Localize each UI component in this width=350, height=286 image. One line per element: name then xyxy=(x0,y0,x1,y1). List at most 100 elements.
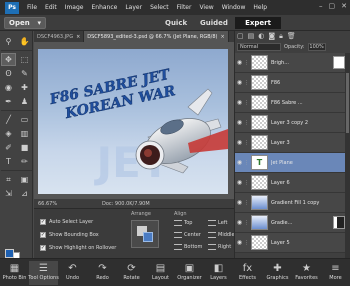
eraser-tool-icon[interactable]: ▭ xyxy=(17,113,32,126)
dock-effects-button[interactable]: fx Effects xyxy=(233,261,262,285)
layer-row[interactable]: ◉ ⋮ Layer 5 xyxy=(235,233,345,253)
link-icon[interactable]: ⋮ xyxy=(244,60,250,66)
auto-select-layer-option[interactable]: ✓ Auto Select Layer xyxy=(40,219,93,225)
content-aware-move-tool-icon[interactable]: ⇲ xyxy=(1,187,16,200)
eye-icon[interactable]: ◉ xyxy=(235,179,244,186)
layer-row[interactable]: ◉ ⋮ Layer 3 copy 2 xyxy=(235,113,345,133)
lock-icon[interactable]: 🔒︎ xyxy=(279,32,283,41)
open-button[interactable]: Open ▾ xyxy=(4,17,46,29)
eye-icon[interactable]: ◉ xyxy=(235,219,244,226)
menu-help[interactable]: Help xyxy=(249,4,271,11)
dock-graphics-button[interactable]: ✚ Graphics xyxy=(263,261,292,285)
crop-tool-icon[interactable]: ⌗ xyxy=(1,173,16,186)
dock-undo-button[interactable]: ↶ Undo xyxy=(58,261,87,285)
layers-scrollbar[interactable] xyxy=(345,53,350,258)
menu-filter[interactable]: Filter xyxy=(173,4,196,11)
menu-image[interactable]: Image xyxy=(61,4,88,11)
paint-bucket-tool-icon[interactable]: ◈ xyxy=(1,127,16,140)
maximize-icon[interactable]: ▢ xyxy=(329,2,336,10)
minimize-icon[interactable]: – xyxy=(319,2,323,10)
eye-icon[interactable]: ◉ xyxy=(235,239,244,246)
straighten-tool-icon[interactable]: ⊿ xyxy=(17,187,32,200)
menu-file[interactable]: File xyxy=(23,4,41,11)
close-icon[interactable]: ✕ xyxy=(341,2,347,10)
move-tool-icon[interactable]: ✥ xyxy=(1,53,16,66)
auto-select-checkbox[interactable]: ✓ xyxy=(40,219,46,225)
show-bounding-box-option[interactable]: ✓ Show Bounding Box xyxy=(40,232,99,238)
layer-row[interactable]: ◉ ⋮ Gradie... xyxy=(235,213,345,233)
gradient-tool-icon[interactable]: ▥ xyxy=(17,127,32,140)
zoom-tool-icon[interactable]: ⚲ xyxy=(1,35,16,48)
align-bottom[interactable]: Bottom xyxy=(174,244,202,250)
hand-tool-icon[interactable]: ✋ xyxy=(17,35,32,48)
link-icon[interactable]: ⋮ xyxy=(244,120,250,126)
layer-row[interactable]: ◉ ⋮ T Jet Plane xyxy=(235,153,345,173)
link-icon[interactable]: ⋮ xyxy=(244,220,250,226)
link-icon[interactable]: ⋮ xyxy=(244,80,250,86)
menu-edit[interactable]: Edit xyxy=(41,4,61,11)
layer-row[interactable]: ◉ ⋮ Layer 3 xyxy=(235,133,345,153)
dock-more-button[interactable]: ≡ More xyxy=(321,261,350,285)
link-icon[interactable]: ⋮ xyxy=(244,180,250,186)
dock-photo-bin-button[interactable]: ▦ Photo Bin xyxy=(0,261,29,285)
link-icon[interactable]: ⋮ xyxy=(244,140,250,146)
dock-layers-button[interactable]: ◧ Layers xyxy=(204,261,233,285)
layer-row[interactable]: ◉ ⋮ F86 Sabre ... xyxy=(235,93,345,113)
align-right[interactable]: Right xyxy=(208,244,231,250)
pencil-tool-icon[interactable]: ✏ xyxy=(17,155,32,168)
eye-icon[interactable]: ◉ xyxy=(235,199,244,206)
doc-tab-2[interactable]: DSCF5893_edited-3.psd @ 66.7% (Jet Plane… xyxy=(84,31,229,42)
scrollbar-thumb[interactable] xyxy=(346,73,349,133)
new-layer-icon[interactable]: ▢ xyxy=(237,32,244,41)
recompose-tool-icon[interactable]: ▣ xyxy=(17,173,32,186)
blend-mode-select[interactable]: Normal xyxy=(237,43,281,51)
close-tab-icon[interactable]: × xyxy=(76,34,80,40)
document-canvas[interactable]: JET F86 SABRE JET KOREAN WAR xyxy=(38,49,228,194)
link-icon[interactable]: ⋮ xyxy=(244,160,250,166)
mask-icon[interactable]: ◙ xyxy=(268,32,275,41)
menu-layer[interactable]: Layer xyxy=(121,4,146,11)
dock-favorites-button[interactable]: ★ Favorites xyxy=(292,261,321,285)
dock-tool-options-button[interactable]: ☰ Tool Options xyxy=(28,261,59,285)
color-picker-tool-icon[interactable]: ✐ xyxy=(1,141,16,154)
menu-select[interactable]: Select xyxy=(146,4,173,11)
dock-organizer-button[interactable]: ▣ Organizer xyxy=(175,261,204,285)
align-top[interactable]: Top xyxy=(174,220,192,226)
dock-layout-button[interactable]: ▤ Layout xyxy=(146,261,175,285)
layer-row[interactable]: ◉ ⋮ Gradient Fill 1 copy xyxy=(235,193,345,213)
menu-enhance[interactable]: Enhance xyxy=(87,4,121,11)
red-eye-tool-icon[interactable]: ◉ xyxy=(1,81,16,94)
doc-tab-1[interactable]: DSCF4963.JPG × xyxy=(34,31,85,42)
clone-stamp-tool-icon[interactable]: ♟ xyxy=(17,95,32,108)
layer-mask-thumbnail[interactable] xyxy=(333,56,345,69)
show-highlight-option[interactable]: ✓ Show Highlight on Rollover xyxy=(40,245,116,251)
dock-rotate-button[interactable]: ⟳ Rotate xyxy=(117,261,146,285)
custom-shape-tool-icon[interactable]: ■ xyxy=(17,141,32,154)
adjustment-icon[interactable]: ◐ xyxy=(258,32,264,41)
spot-healing-tool-icon[interactable]: ✚ xyxy=(17,81,32,94)
link-icon[interactable]: ⋮ xyxy=(244,100,250,106)
lasso-tool-icon[interactable]: ʘ xyxy=(1,67,16,80)
highlight-checkbox[interactable]: ✓ xyxy=(40,245,46,251)
bounding-box-checkbox[interactable]: ✓ xyxy=(40,232,46,238)
eye-icon[interactable]: ◉ xyxy=(235,139,244,146)
foreground-color-swatch[interactable] xyxy=(5,249,14,258)
mode-quick[interactable]: Quick xyxy=(165,17,187,29)
mode-guided[interactable]: Guided xyxy=(200,17,228,29)
layer-row[interactable]: ◉ ⋮ Brigh... xyxy=(235,53,345,73)
eye-icon[interactable]: ◉ xyxy=(235,99,244,106)
eye-icon[interactable]: ◉ xyxy=(235,59,244,66)
group-icon[interactable]: ▤ xyxy=(248,32,255,41)
menu-view[interactable]: View xyxy=(195,4,217,11)
menu-window[interactable]: Window xyxy=(218,4,250,11)
dock-redo-button[interactable]: ↷ Redo xyxy=(88,261,117,285)
marquee-tool-icon[interactable]: ⬚ xyxy=(17,53,32,66)
zoom-level[interactable]: 66.67% xyxy=(38,201,62,207)
layer-row[interactable]: ◉ ⋮ Layer 6 xyxy=(235,173,345,193)
trash-icon[interactable]: 🗑︎ xyxy=(287,32,296,41)
eye-icon[interactable]: ◉ xyxy=(235,79,244,86)
eye-icon[interactable]: ◉ xyxy=(235,119,244,126)
link-icon[interactable]: ⋮ xyxy=(244,240,250,246)
eye-icon[interactable]: ◉ xyxy=(235,159,244,166)
link-icon[interactable]: ⋮ xyxy=(244,200,250,206)
